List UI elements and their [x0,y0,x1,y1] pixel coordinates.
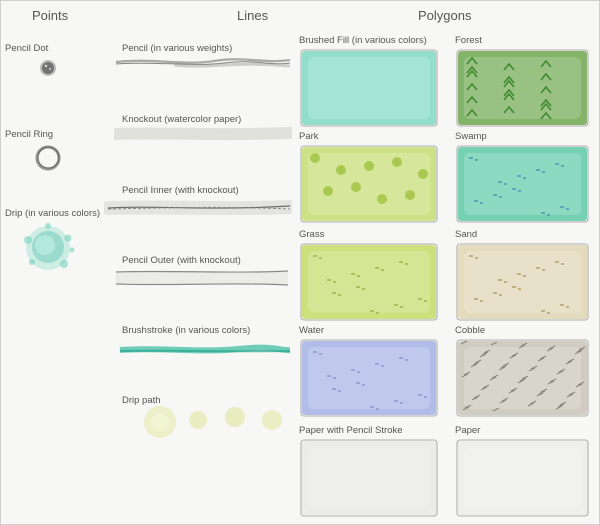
point-label-pencil-ring: Pencil Ring [5,129,54,140]
polygon-label-swamp: Swamp [455,131,487,142]
point-label-pencil-dot: Pencil Dot [5,43,49,54]
polygon-label-park: Park [299,131,319,142]
knockout-line-symbol [114,124,292,144]
brushstroke-line-symbol [118,340,292,360]
polygon-swatch [299,48,439,128]
drip-point-icon [18,220,78,276]
line-label-pencil-outer: Pencil Outer (with knockout) [122,255,241,266]
polygon-swatch [455,338,590,418]
polygon-swatch [455,438,590,518]
polygon-label-sand: Sand [455,229,478,240]
pencil-inner-line-symbol [104,196,292,220]
polygon-swatch [455,48,590,128]
polygon-swatch [299,144,439,224]
pencil-ring-icon [32,142,64,174]
point-label-drip: Drip (in various colors) [5,208,101,219]
pencil-dot-icon [36,56,60,80]
points-heading: Points [32,8,69,23]
polygon-swatch [299,242,439,322]
polygon-label-paper: Paper [455,425,481,436]
polygon-label-cobble: Cobble [455,325,486,336]
polygon-label-grass: Grass [299,229,325,240]
polygon-swatch [455,144,590,224]
polygon-label-water: Water [299,325,324,336]
polygon-swatch [299,438,439,518]
drip-path-symbol [140,402,290,442]
line-label-brushstroke: Brushstroke (in various colors) [122,325,251,336]
polygons-heading: Polygons [418,8,472,23]
pencil-line-symbol [114,52,292,72]
lines-heading: Lines [237,8,269,23]
polygon-label-paper-with-pencil-stroke: Paper with Pencil Stroke [299,425,403,436]
polygon-label-forest: Forest [455,35,482,46]
polygon-swatch [455,242,590,322]
pencil-outer-line-symbol [112,266,292,290]
polygon-label-brushed-fill-in-various-colors: Brushed Fill (in various colors) [299,35,427,46]
polygon-swatch [299,338,439,418]
line-label-pencil-inner: Pencil Inner (with knockout) [122,185,239,196]
